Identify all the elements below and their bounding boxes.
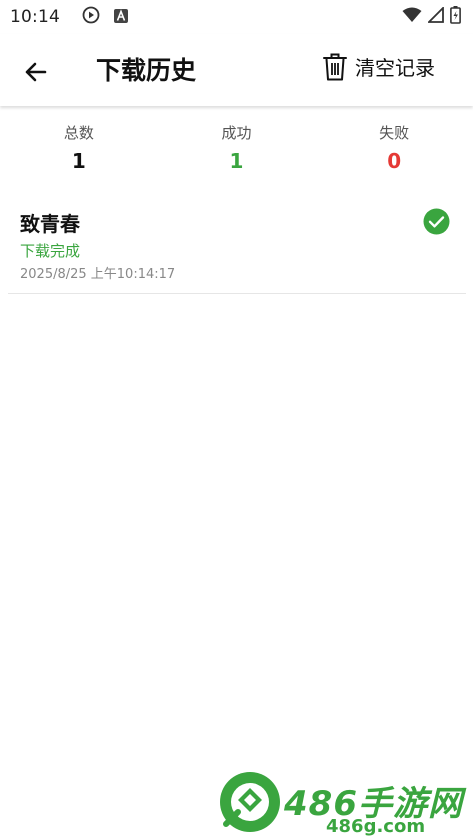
stat-success-value: 1: [229, 149, 244, 173]
signal-icon: [426, 5, 444, 27]
back-button[interactable]: [18, 54, 54, 90]
stat-failed-label: 失败: [379, 124, 410, 142]
record-timestamp: 2025/8/25 上午10:14:17: [20, 267, 176, 282]
status-bar: 10:14: [0, 0, 473, 34]
trash-icon: [323, 53, 347, 80]
a-letter-icon: [114, 8, 128, 27]
watermark-url: 486g.com: [326, 816, 426, 837]
check-circle-icon: [423, 208, 450, 235]
stat-failed-value: 0: [387, 149, 402, 173]
page-title: 下载历史: [96, 56, 197, 85]
list-item[interactable]: 致青春 下载完成 2025/8/25 上午10:14:17: [8, 194, 466, 294]
wifi-icon: [402, 7, 422, 27]
site-watermark: 486手游网 486g.com: [218, 770, 473, 840]
play-circle-icon: [82, 6, 100, 28]
stat-success: 成功 1: [158, 112, 316, 190]
clear-records-label: 清空记录: [355, 56, 435, 80]
status-notification-icons: [82, 6, 128, 28]
watermark-logo-icon: [220, 772, 280, 832]
stat-total-value: 1: [71, 149, 86, 173]
app-bar: 下载历史 清空记录: [0, 34, 473, 106]
record-title: 致青春: [20, 212, 80, 236]
status-time: 10:14: [10, 7, 60, 27]
arrow-left-icon: [25, 62, 47, 82]
stat-total-label: 总数: [63, 124, 94, 142]
stat-total: 总数 1: [0, 112, 158, 190]
record-status: 下载完成: [20, 242, 81, 260]
stats-summary: 总数 1 成功 1 失败 0: [0, 112, 473, 190]
stat-failed: 失败 0: [315, 112, 473, 190]
clear-records-button[interactable]: 清空记录: [323, 52, 435, 81]
stat-success-label: 成功: [221, 124, 252, 142]
status-system-icons: [402, 5, 461, 28]
battery-icon: [450, 6, 461, 28]
